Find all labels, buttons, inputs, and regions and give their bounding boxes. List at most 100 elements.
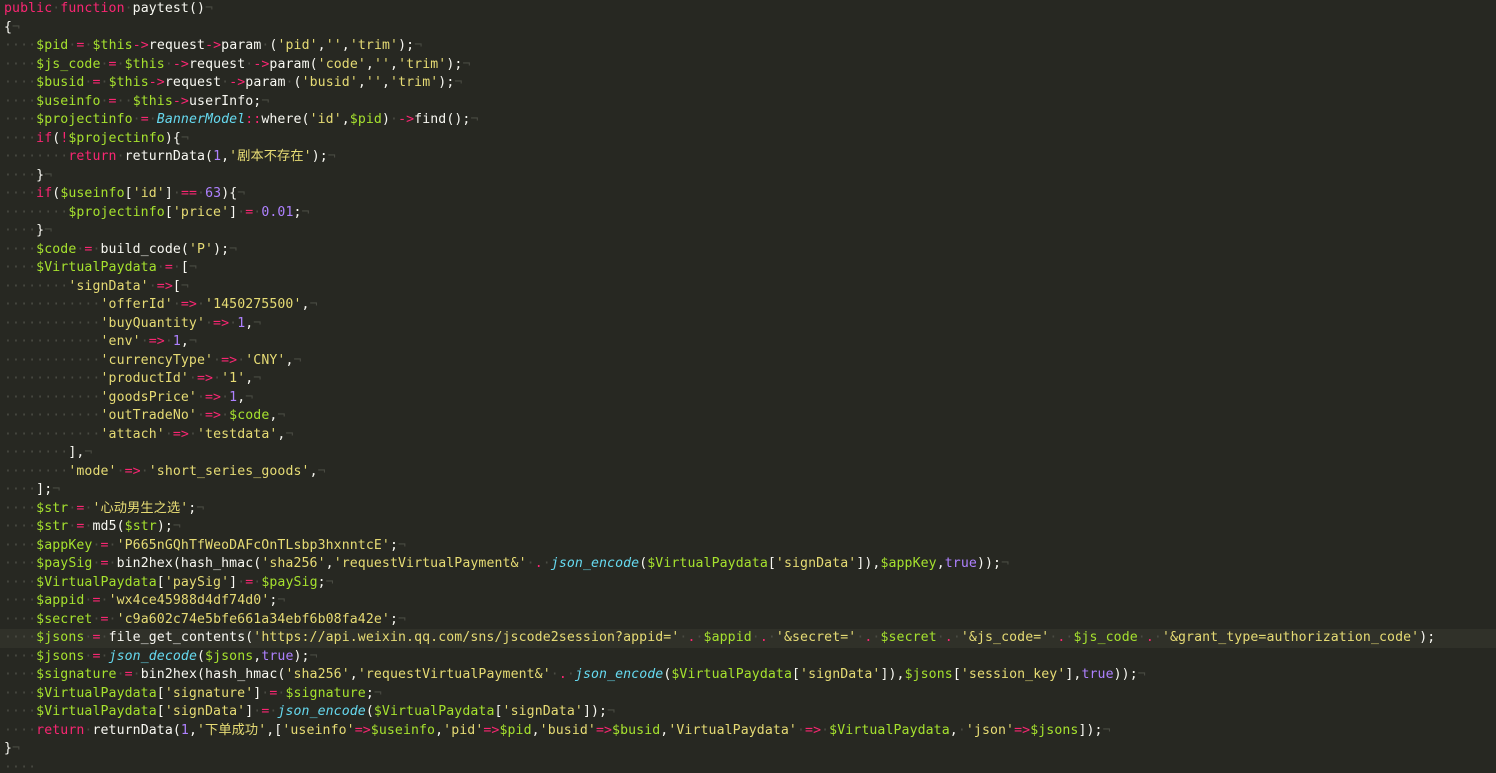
code-token: · (124, 1, 133, 16)
code-line[interactable]: ············'buyQuantity'·=>·1,¬ (0, 315, 1496, 334)
code-token: userInfo; (188, 93, 262, 109)
code-line[interactable]: ····$str·=·'心动男生之选';¬ (0, 500, 1496, 519)
code-token: $this (124, 56, 165, 72)
code-token: ¬ (414, 38, 423, 53)
code-token: ¬ (12, 741, 21, 756)
code-token: returnData( (92, 722, 181, 738)
code-line[interactable]: ····$signature·=·bin2hex(hash_hmac('sha2… (0, 666, 1496, 685)
code-line[interactable]: ····$jsons·=·file_get_contents('https://… (0, 629, 1496, 648)
code-token: 'id' (309, 112, 342, 127)
code-token: 'signData' (502, 704, 583, 719)
code-token: ···· (4, 704, 37, 719)
code-line[interactable]: ············'offerId'·=>·'1450275500',¬ (0, 296, 1496, 315)
code-line[interactable]: }¬ (0, 740, 1496, 759)
code-token: => (595, 722, 613, 738)
code-line[interactable]: public·function·paytest()¬ (0, 0, 1496, 19)
code-token: $busid (36, 75, 85, 90)
code-token: ············ (4, 389, 101, 405)
code-token: · (1137, 630, 1146, 645)
code-line[interactable]: ····$useinfo·=··$this->userInfo;¬ (0, 93, 1496, 112)
code-token: ···· (4, 186, 37, 201)
code-token: , (188, 722, 197, 738)
code-line[interactable]: ····$VirtualPaydata['paySig']·=·$paySig;… (0, 574, 1496, 593)
code-token: 'trim' (390, 75, 439, 90)
code-line[interactable]: ············'currencyType'·=>·'CNY',¬ (0, 352, 1496, 371)
code-token: · (164, 426, 173, 442)
code-token: -> (253, 56, 270, 72)
code-token: , (180, 334, 189, 349)
code-token: '剧本不存在' (229, 149, 312, 164)
code-line[interactable]: ········'signData'·=>[¬ (0, 278, 1496, 297)
code-token: · (92, 241, 101, 257)
code-token: · (221, 408, 230, 423)
code-line[interactable]: ····$VirtualPaydata['signData']·=·json_e… (0, 703, 1496, 722)
code-token: . (534, 556, 543, 571)
code-line[interactable]: ····$appKey·=·'P665nGQhTfWeoDAFcOnTLsbp3… (0, 537, 1496, 556)
code-line[interactable]: ····if(!$projectinfo){¬ (0, 130, 1496, 149)
code-line[interactable]: ····$VirtualPaydata['signature']·=·$sign… (0, 685, 1496, 704)
code-line[interactable]: ····$code·=·build_code('P');¬ (0, 241, 1496, 260)
code-editor[interactable]: public·function·paytest()¬ {¬ ····$pid·=·$… (0, 0, 1496, 773)
code-line[interactable]: ····$busid·=·$this->request·->param·('bu… (0, 74, 1496, 93)
code-token: · (92, 537, 101, 553)
code-line[interactable]: ············'env'·=>·1,¬ (0, 333, 1496, 352)
code-token: true (1081, 667, 1114, 682)
code-line[interactable]: ····$pid·=·$this->request->param·('pid',… (0, 37, 1496, 56)
code-token: ], (1065, 667, 1082, 682)
code-line[interactable]: ····$paySig·=·bin2hex(hash_hmac('sha256'… (0, 555, 1496, 574)
code-token: ){ (221, 186, 238, 201)
code-line[interactable]: ············'outTradeNo'·=>·$code,¬ (0, 407, 1496, 426)
code-token: ¬ (293, 352, 302, 368)
code-token: $VirtualPaydata (36, 685, 157, 701)
code-token: ¬ (44, 223, 53, 238)
code-token: · (148, 278, 157, 294)
code-line[interactable]: ········$projectinfo['price']·=·0.01;¬ (0, 204, 1496, 223)
code-token: $secret (880, 630, 937, 645)
code-token: bin2hex(hash_hmac( (140, 667, 286, 682)
code-token: 'pid' (277, 38, 318, 53)
code-token: 'signData' (164, 704, 246, 719)
code-token: ¬ (327, 149, 336, 164)
code-line[interactable]: ····$jsons·=·json_decode($jsons,true);¬ (0, 648, 1496, 667)
code-line[interactable]: ····$secret·=·'c9a602c74e5bfe661a34ebf6b… (0, 611, 1496, 630)
code-line[interactable]: ····return·returnData(1,'下单成功',['useinfo… (0, 722, 1496, 741)
code-line[interactable]: ····}¬ (0, 167, 1496, 186)
code-line[interactable]: ····if($useinfo['id']·==·63){¬ (0, 185, 1496, 204)
code-token: $useinfo (60, 186, 125, 201)
code-token: · (751, 630, 760, 645)
code-token: = (140, 112, 149, 127)
code-token: ···· (4, 223, 37, 238)
code-token: 'useinfo' (282, 722, 355, 738)
code-token: $jsons (36, 648, 85, 664)
code-line[interactable]: ····$appid·=·'wx4ce45988d4df74d0';¬ (0, 592, 1496, 611)
code-token: , (349, 667, 358, 682)
code-line[interactable]: ····];¬ (0, 481, 1496, 500)
code-line[interactable]: ············'goodsPrice'·=>·1,¬ (0, 389, 1496, 408)
code-token: ¬ (229, 241, 238, 257)
code-line[interactable]: ····}¬ (0, 222, 1496, 241)
code-token: · (205, 315, 214, 331)
code-line[interactable]: ···· (0, 759, 1496, 773)
code-token: $useinfo (36, 93, 101, 109)
code-line[interactable]: ····$js_code·=·$this·->request·->param('… (0, 56, 1496, 75)
code-token: · (108, 556, 117, 571)
code-token: )); (1113, 667, 1138, 682)
code-line[interactable]: ········],¬ (0, 444, 1496, 463)
code-line[interactable]: {¬ (0, 19, 1496, 38)
code-token: ); (398, 38, 415, 53)
code-line[interactable]: ············'attach'·=>·'testdata',¬ (0, 426, 1496, 445)
code-token: ¬ (1001, 556, 1010, 571)
code-token: -> (398, 112, 415, 127)
code-token: $this (92, 38, 133, 53)
code-token: param (245, 75, 286, 90)
code-line[interactable]: ····$str·=·md5($str);¬ (0, 518, 1496, 537)
code-token: ···· (4, 667, 37, 682)
code-token: [ (180, 260, 189, 275)
code-line[interactable]: ····$projectinfo·=·BannerModel::where('i… (0, 111, 1496, 130)
code-token: · (164, 334, 173, 349)
code-token: , (317, 38, 326, 53)
code-line[interactable]: ········'mode'·=>·'short_series_goods',¬ (0, 463, 1496, 482)
code-line[interactable]: ····$VirtualPaydata·=·[¬ (0, 259, 1496, 278)
code-line[interactable]: ············'productId'·=>·'1',¬ (0, 370, 1496, 389)
code-line[interactable]: ········return·returnData(1,'剧本不存在');¬ (0, 148, 1496, 167)
